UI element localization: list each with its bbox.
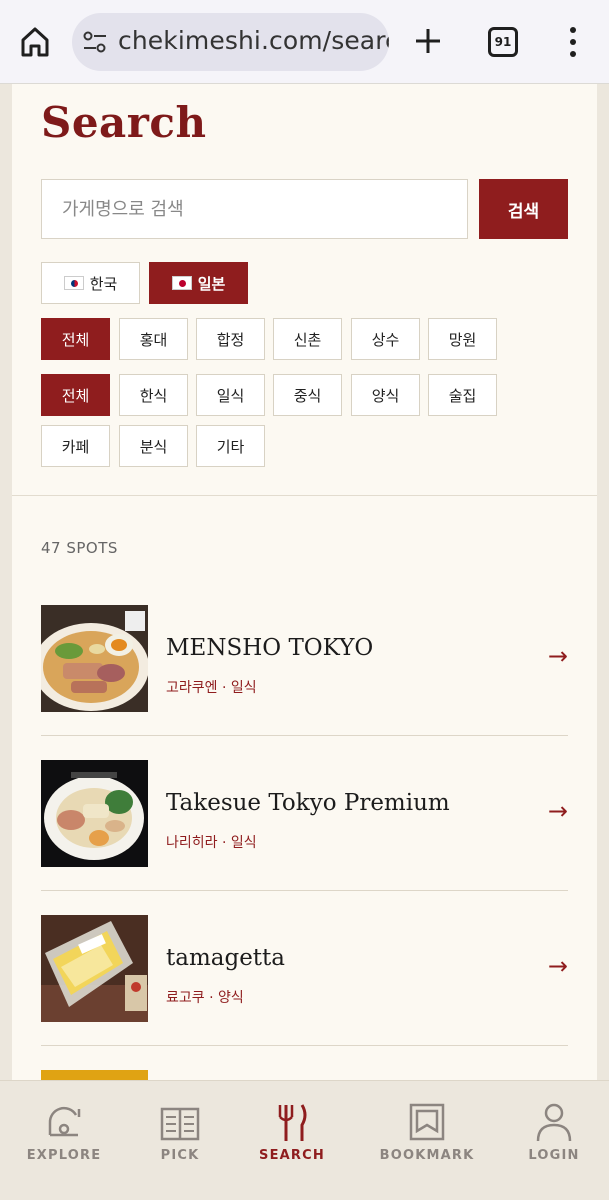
nav-pick[interactable]: PICK [120, 1081, 240, 1200]
area-filter-hongdae[interactable]: 홍대 [119, 318, 188, 360]
area-filter-sinchon[interactable]: 신촌 [273, 318, 342, 360]
category-filter-etc[interactable]: 기타 [196, 425, 265, 467]
area-filter-mangwon[interactable]: 망원 [428, 318, 497, 360]
arrow-right-icon[interactable]: → [548, 952, 568, 980]
category-filter-japanese[interactable]: 일식 [196, 374, 265, 416]
area-filter-sangsu[interactable]: 상수 [351, 318, 420, 360]
nav-bookmark[interactable]: BOOKMARK [367, 1081, 487, 1200]
nav-login[interactable]: LOGIN [494, 1081, 609, 1200]
result-thumb-partial [41, 1070, 148, 1080]
page-title: Search [41, 98, 207, 147]
country-filter-label: 한국 [89, 274, 118, 293]
bottom-nav: EXPLORE PICK SEARCH BOOKMARK LOGIN [0, 1080, 609, 1200]
result-name[interactable]: MENSHO TOKYO [166, 635, 373, 661]
plus-icon[interactable] [411, 24, 445, 58]
site-settings-icon[interactable] [82, 30, 108, 54]
ramen-photo [41, 605, 148, 712]
explore-icon [48, 1106, 81, 1137]
section-divider [12, 495, 597, 496]
nav-search[interactable]: SEARCH [232, 1081, 352, 1200]
url-text[interactable]: chekimeshi.com/search [118, 26, 389, 55]
result-meta: 고라쿠엔 · 일식 [166, 680, 257, 696]
area-filter-hapjeong[interactable]: 합정 [196, 318, 265, 360]
result-item[interactable]: MENSHO TOKYO 고라쿠엔 · 일식 → [41, 581, 568, 736]
category-filter-western[interactable]: 양식 [351, 374, 420, 416]
category-filter-chinese[interactable]: 중식 [273, 374, 342, 416]
arrow-right-icon[interactable]: → [548, 797, 568, 825]
ramen-photo [41, 760, 148, 867]
book-icon [160, 1107, 200, 1141]
nav-label: SEARCH [259, 1148, 325, 1163]
search-input[interactable] [41, 179, 468, 239]
nav-explore[interactable]: EXPLORE [4, 1081, 124, 1200]
home-icon[interactable] [15, 22, 55, 62]
nav-label: BOOKMARK [379, 1148, 475, 1163]
nav-label: PICK [160, 1148, 200, 1163]
more-vert-icon[interactable] [564, 25, 582, 59]
category-filter-bar[interactable]: 술집 [428, 374, 497, 416]
tab-switcher-button[interactable]: 91 [488, 27, 518, 57]
result-item[interactable]: Takesue Tokyo Premium 나리히라 · 일식 → [41, 736, 568, 891]
category-filter-korean[interactable]: 한식 [119, 374, 188, 416]
arrow-right-icon[interactable]: → [548, 642, 568, 670]
fork-knife-icon [278, 1104, 307, 1141]
user-icon [536, 1103, 572, 1142]
category-filter-cafe[interactable]: 카페 [41, 425, 110, 467]
category-filter-snack[interactable]: 분식 [119, 425, 188, 467]
tab-count: 91 [494, 35, 512, 49]
result-meta: 나리히라 · 일식 [166, 835, 257, 851]
address-bar[interactable]: chekimeshi.com/search [72, 13, 389, 71]
spots-count: 47 SPOTS [41, 539, 118, 557]
search-button[interactable]: 검색 [479, 179, 568, 239]
nav-label: LOGIN [528, 1148, 580, 1163]
kr-flag-icon [63, 276, 84, 290]
result-name[interactable]: Takesue Tokyo Premium [166, 790, 450, 816]
browser-toolbar: chekimeshi.com/search 91 [0, 0, 609, 84]
result-item[interactable]: tamagetta 료고쿠 · 양식 → [41, 891, 568, 1046]
country-filter-korea[interactable]: 한국 [41, 262, 140, 304]
country-filter-label: 일본 [197, 274, 226, 293]
result-name[interactable]: tamagetta [166, 945, 285, 971]
nav-label: EXPLORE [26, 1148, 102, 1163]
search-page: Search 검색 한국 일본 전체 홍대 합정 신촌 상수 망원 전체 한식 … [12, 84, 597, 1080]
country-filter-japan[interactable]: 일본 [149, 262, 248, 304]
area-filter-all[interactable]: 전체 [41, 318, 110, 360]
jp-flag-icon [171, 276, 192, 290]
sandwich-photo [41, 915, 148, 1022]
category-filter-all[interactable]: 전체 [41, 374, 110, 416]
result-meta: 료고쿠 · 양식 [166, 990, 244, 1006]
bookmark-icon [409, 1103, 445, 1141]
